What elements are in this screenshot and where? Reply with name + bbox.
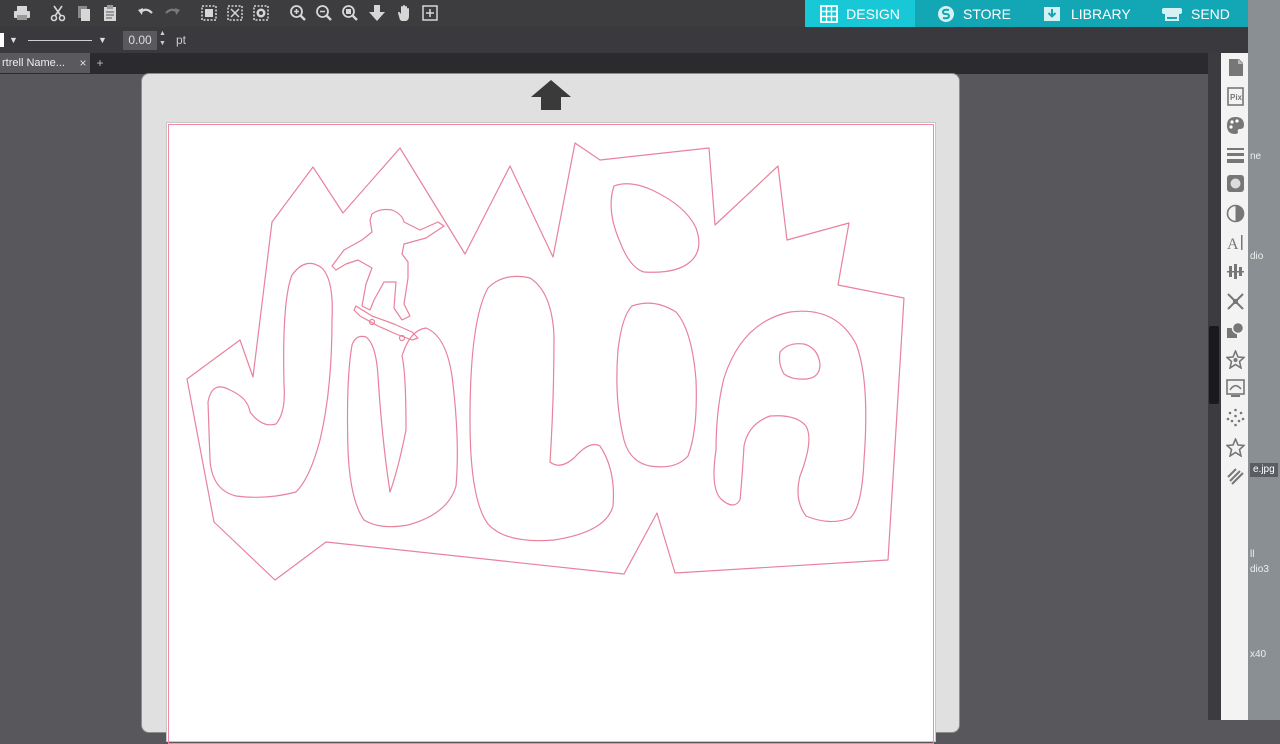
zoom-in-icon[interactable] <box>288 3 308 23</box>
document-tab-bar <box>0 53 1208 74</box>
hand-icon[interactable] <box>394 3 414 23</box>
line-color-dropdown-icon[interactable]: ▼ <box>9 35 18 45</box>
close-tab-icon[interactable]: × <box>76 53 90 73</box>
tab-design-label: DESIGN <box>846 5 900 22</box>
add-tab-icon[interactable]: + <box>93 53 107 73</box>
desktop-label: dio3 <box>1250 564 1269 575</box>
release-compound-icon[interactable] <box>251 3 271 23</box>
feed-direction-arrow-icon <box>531 80 571 110</box>
group-icon[interactable] <box>199 3 219 23</box>
tab-store-label: STORE <box>963 5 1011 22</box>
cut-settings-icon[interactable] <box>1224 465 1246 487</box>
desktop-label: dio <box>1250 251 1264 262</box>
line-width-input[interactable]: 0.00 <box>123 31 157 50</box>
pan-down-icon[interactable] <box>367 3 387 23</box>
modify-icon[interactable] <box>1224 319 1246 341</box>
desktop-background <box>1248 0 1280 720</box>
line-style-icon[interactable] <box>1224 143 1246 165</box>
pixscan-icon[interactable]: Pix <box>1224 85 1246 107</box>
line-style-bar <box>0 27 1248 53</box>
fit-to-page-icon[interactable] <box>420 3 440 23</box>
cut-border <box>168 124 934 744</box>
print-icon[interactable] <box>12 3 32 23</box>
align-icon[interactable] <box>1224 260 1246 282</box>
paste-icon[interactable] <box>100 3 120 23</box>
zoom-out-icon[interactable] <box>314 3 334 23</box>
cutter-icon <box>1161 5 1183 23</box>
line-style-sample[interactable] <box>28 40 92 41</box>
trace-icon[interactable] <box>1224 377 1246 399</box>
grid-icon <box>820 4 839 23</box>
svg-text:A: A <box>1227 236 1239 252</box>
scrollbar-thumb[interactable] <box>1209 326 1219 404</box>
replicate-icon[interactable] <box>1224 290 1246 312</box>
star-icon[interactable] <box>1224 436 1246 458</box>
tab-store[interactable]: STORE <box>937 0 1011 27</box>
cut-icon[interactable] <box>48 3 68 23</box>
image-effects-icon[interactable] <box>1224 172 1246 194</box>
library-icon <box>1043 5 1061 23</box>
zoom-fit-icon[interactable] <box>340 3 360 23</box>
sketch-icon[interactable] <box>1224 406 1246 428</box>
tab-send[interactable]: SEND <box>1161 0 1230 27</box>
copy-icon[interactable] <box>74 3 94 23</box>
tab-library-label: LIBRARY <box>1071 5 1131 22</box>
svg-text:Pix: Pix <box>1230 93 1243 102</box>
desktop-label: ne <box>1250 151 1262 162</box>
tab-send-label: SEND <box>1191 5 1230 22</box>
page-setup-icon[interactable] <box>1224 56 1246 78</box>
redo-icon[interactable] <box>162 3 182 23</box>
text-style-icon[interactable]: A <box>1224 231 1246 253</box>
tab-library[interactable]: LIBRARY <box>1043 0 1131 27</box>
fill-color-icon[interactable] <box>1224 114 1246 136</box>
ungroup-icon[interactable] <box>225 3 245 23</box>
store-icon <box>937 5 955 23</box>
line-width-unit: pt <box>176 33 187 47</box>
line-color-swatch[interactable] <box>0 33 4 47</box>
offset-icon[interactable] <box>1224 348 1246 370</box>
line-style-dropdown-icon[interactable]: ▼ <box>98 35 107 45</box>
desktop-label: ll <box>1250 549 1255 560</box>
undo-icon[interactable] <box>136 3 156 23</box>
desktop-file-label[interactable]: e.jpg <box>1250 463 1278 477</box>
tab-design[interactable]: DESIGN <box>805 0 915 27</box>
line-width-stepper[interactable]: ▲ ▼ <box>159 29 166 49</box>
desktop-label: x40 <box>1250 649 1267 660</box>
contrast-icon[interactable] <box>1224 202 1246 224</box>
